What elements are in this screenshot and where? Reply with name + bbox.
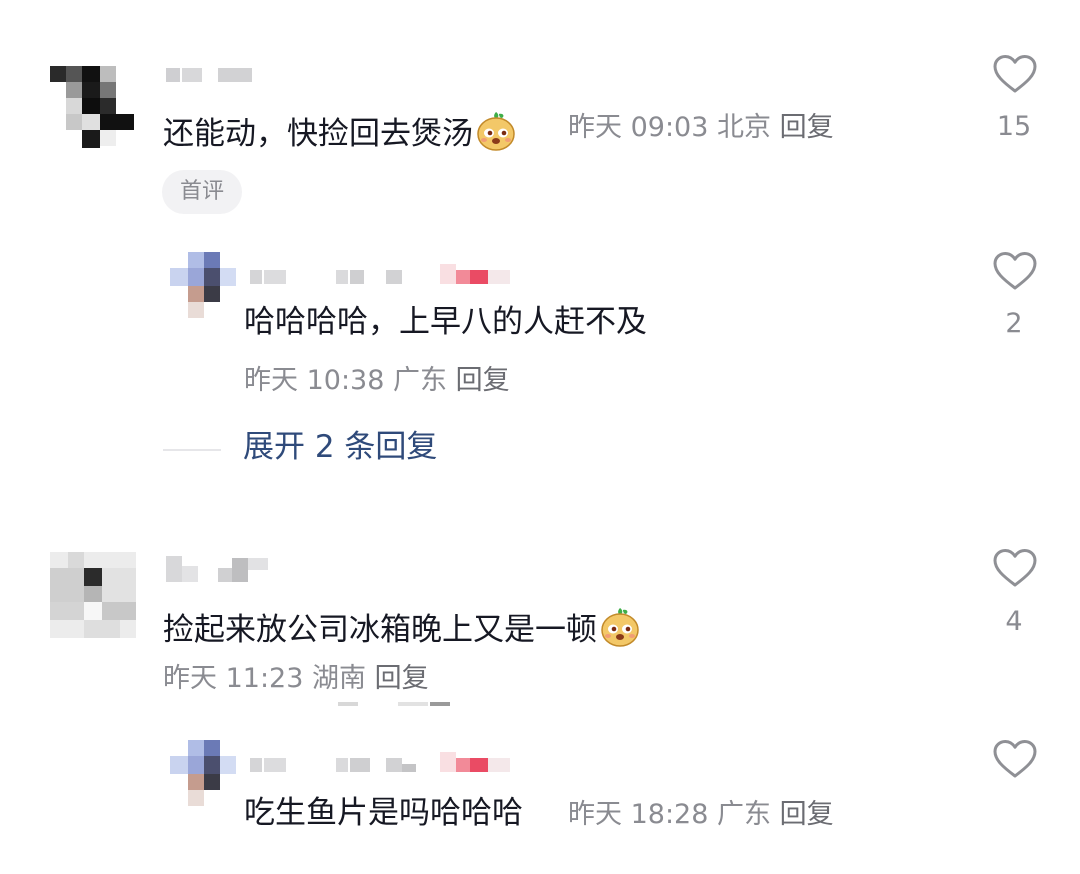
username-blurred[interactable] [250, 264, 530, 286]
comment-meta: 昨天 09:03 北京 回复 [568, 114, 834, 141]
reply-button[interactable]: 回复 [780, 799, 834, 830]
avatar[interactable] [170, 740, 238, 808]
like-count: 15 [996, 111, 1032, 142]
reply-text: 哈哈哈哈，上早八的人赶不及 [244, 304, 647, 340]
expand-replies-button[interactable]: 展开 2 条回复 [243, 432, 437, 463]
username-blurred[interactable] [250, 752, 530, 774]
reply-meta: 昨天 18:28 广东 回复 [568, 801, 834, 828]
comment-time: 昨天 09:03 [568, 112, 709, 143]
doge-sweet-potato-emoji [601, 608, 639, 647]
username-blurred[interactable] [166, 556, 276, 584]
reply-button[interactable]: 回复 [780, 112, 834, 143]
avatar[interactable] [50, 52, 136, 152]
avatar[interactable] [50, 552, 136, 638]
heart-outline-icon[interactable] [993, 251, 1037, 291]
comment-location: 湖南 [312, 663, 366, 694]
comment-time: 昨天 18:28 [568, 799, 709, 830]
comment-location: 广东 [717, 799, 771, 830]
comment-location: 北京 [717, 112, 771, 143]
doge-sweet-potato-emoji [477, 112, 515, 151]
avatar[interactable] [170, 252, 238, 320]
comment-text: 捡起来放公司冰箱晚上又是一顿 [163, 606, 641, 648]
comment-text: 还能动，快捡回去煲汤 [163, 110, 517, 152]
comment-time: 昨天 10:38 [244, 365, 385, 396]
reply-text: 吃生鱼片是吗哈哈哈 [244, 795, 523, 831]
comment-text-content: 捡起来放公司冰箱晚上又是一顿 [163, 612, 597, 648]
heart-outline-icon[interactable] [993, 548, 1037, 588]
comment-location: 广东 [393, 365, 447, 396]
reply-button[interactable]: 回复 [375, 663, 429, 694]
first-comment-badge: 首评 [162, 170, 242, 214]
comment-time: 昨天 11:23 [163, 663, 304, 694]
comment-meta: 昨天 11:23 湖南 回复 [163, 665, 429, 692]
expand-divider [163, 449, 221, 451]
comment-text-content: 还能动，快捡回去煲汤 [163, 116, 473, 152]
heart-outline-icon[interactable] [993, 739, 1037, 779]
like-count: 2 [1005, 308, 1023, 339]
username-blurred[interactable] [166, 68, 256, 84]
heart-outline-icon[interactable] [993, 54, 1037, 94]
reply-button[interactable]: 回复 [456, 365, 510, 396]
reply-meta: 昨天 10:38 广东 回复 [244, 367, 510, 394]
like-count: 4 [1005, 606, 1023, 637]
blur-artifact [338, 702, 458, 706]
